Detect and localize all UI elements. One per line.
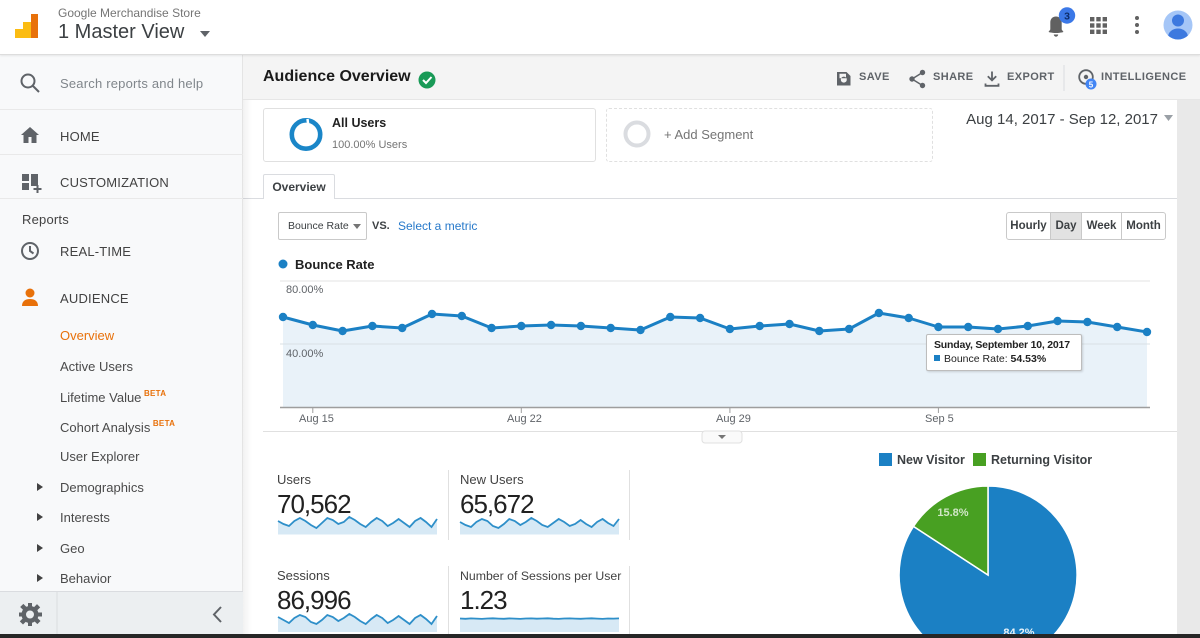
svg-text:3: 3 (1064, 11, 1070, 23)
svg-text:5: 5 (1089, 81, 1094, 90)
